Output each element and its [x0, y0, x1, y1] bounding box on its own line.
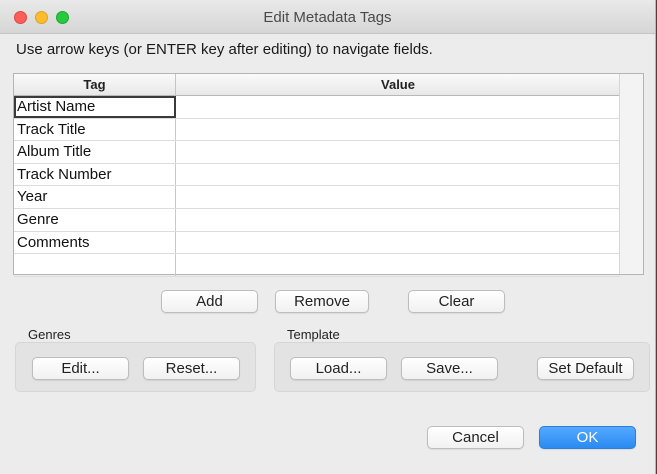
add-button[interactable]: Add	[161, 290, 258, 313]
clear-button[interactable]: Clear	[408, 290, 505, 313]
value-cell[interactable]	[176, 141, 620, 163]
tag-cell[interactable]: Album Title	[14, 141, 176, 163]
ok-button[interactable]: OK	[539, 426, 636, 449]
load-template-button[interactable]: Load...	[290, 357, 387, 380]
tag-cell[interactable]	[14, 254, 176, 276]
value-cell[interactable]	[176, 186, 620, 208]
tag-cell[interactable]: Genre	[14, 208, 176, 231]
tag-cell[interactable]: Artist Name	[14, 96, 176, 118]
table-row[interactable]	[14, 254, 620, 277]
reset-genres-button[interactable]: Reset...	[143, 357, 240, 380]
tag-cell[interactable]: Track Title	[14, 118, 176, 141]
value-cell[interactable]	[176, 119, 620, 141]
table-row[interactable]: Track Number	[14, 163, 620, 187]
edit-genres-button[interactable]: Edit...	[32, 357, 129, 380]
column-header-tag[interactable]: Tag	[14, 74, 176, 96]
table-header: Tag Value	[14, 74, 620, 96]
table-body: Artist Name Track Title Album Title Trac…	[14, 96, 620, 277]
save-template-button[interactable]: Save...	[401, 357, 498, 380]
table-row[interactable]: Year	[14, 186, 620, 209]
template-label: Template	[287, 327, 340, 342]
table-row[interactable]: Genre	[14, 208, 620, 232]
tag-cell[interactable]: Comments	[14, 231, 176, 254]
title-bar[interactable]: Edit Metadata Tags	[0, 0, 655, 34]
table-row[interactable]: Track Title	[14, 118, 620, 142]
value-cell[interactable]	[176, 254, 620, 276]
value-cell[interactable]	[176, 209, 620, 231]
table-row[interactable]: Comments	[14, 231, 620, 255]
instructions-text: Use arrow keys (or ENTER key after editi…	[16, 41, 433, 58]
column-header-value[interactable]: Value	[176, 74, 620, 96]
value-cell[interactable]	[176, 232, 620, 254]
value-cell[interactable]	[176, 96, 620, 118]
table-scrollbar[interactable]	[619, 74, 643, 274]
window-title: Edit Metadata Tags	[263, 9, 392, 26]
edit-metadata-dialog: Edit Metadata Tags Use arrow keys (or EN…	[0, 0, 656, 474]
set-default-template-button[interactable]: Set Default	[537, 357, 634, 380]
value-cell[interactable]	[176, 164, 620, 186]
tag-cell[interactable]: Track Number	[14, 163, 176, 186]
table-row[interactable]: Album Title	[14, 141, 620, 164]
remove-button[interactable]: Remove	[275, 290, 369, 313]
genres-label: Genres	[28, 327, 71, 342]
tag-cell[interactable]: Year	[14, 186, 176, 208]
table-row[interactable]: Artist Name	[14, 96, 620, 119]
cancel-button[interactable]: Cancel	[427, 426, 524, 449]
metadata-table: Tag Value Artist Name Track Title Album …	[13, 73, 644, 277]
